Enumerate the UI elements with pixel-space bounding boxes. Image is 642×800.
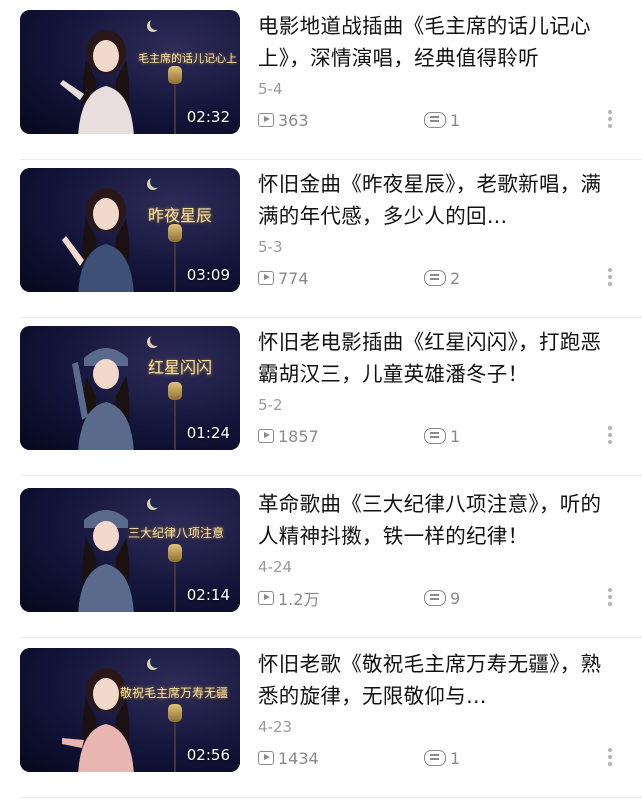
singer-image <box>60 30 134 134</box>
divider <box>20 797 642 798</box>
view-count: 1434 <box>258 746 319 770</box>
more-options-icon[interactable] <box>600 110 620 134</box>
video-item[interactable]: 敬祝毛主席万寿无疆 02:56 怀旧老歌《敬祝毛主席万寿无疆》，熟悉的旋律，无限… <box>0 638 642 798</box>
view-count: 1857 <box>258 424 319 448</box>
video-date: 4-23 <box>258 718 293 736</box>
comment-count[interactable]: 1 <box>424 108 460 132</box>
divider <box>20 475 642 476</box>
microphone-stand <box>174 562 176 612</box>
thumbnail-title-text: 昨夜星辰 <box>148 206 213 225</box>
view-count-value: 1.2万 <box>278 590 320 609</box>
view-count-value: 363 <box>278 110 309 130</box>
play-count-icon <box>258 113 274 127</box>
video-item[interactable]: 毛主席的话儿记心上 02:32 电影地道战插曲《毛主席的话儿记心上》，深情演唱，… <box>0 0 642 160</box>
video-thumbnail[interactable]: 敬祝毛主席万寿无疆 02:56 <box>20 648 240 772</box>
thumbnail-title-text: 敬祝毛主席万寿无疆 <box>120 686 229 700</box>
comment-count[interactable]: 9 <box>424 586 460 610</box>
play-count-icon <box>258 429 274 443</box>
video-thumbnail[interactable]: 红星闪闪 01:24 <box>20 326 240 450</box>
video-item[interactable]: 红星闪闪 01:24 怀旧老电影插曲《红星闪闪》，打跑恶霸胡汉三，儿童英雄潘冬子… <box>0 316 642 476</box>
video-thumbnail[interactable]: 毛主席的话儿记心上 02:32 <box>20 10 240 134</box>
video-title[interactable]: 怀旧老电影插曲《红星闪闪》，打跑恶霸胡汉三，儿童英雄潘冬子！ <box>258 326 622 390</box>
microphone-icon <box>168 224 182 242</box>
more-options-icon[interactable] <box>600 426 620 450</box>
singer-image <box>78 510 134 612</box>
video-duration: 02:32 <box>186 108 230 126</box>
play-count-icon <box>258 271 274 285</box>
video-duration: 02:56 <box>186 746 230 764</box>
comment-count-value: 2 <box>450 268 461 288</box>
microphone-icon <box>168 66 182 84</box>
more-options-icon[interactable] <box>600 748 620 772</box>
video-list: 毛主席的话儿记心上 02:32 电影地道战插曲《毛主席的话儿记心上》，深情演唱，… <box>0 0 642 800</box>
microphone-icon <box>168 544 182 562</box>
video-title[interactable]: 电影地道战插曲《毛主席的话儿记心上》，深情演唱，经典值得聆听 <box>258 10 622 74</box>
video-title[interactable]: 革命歌曲《三大纪律八项注意》，听的人精神抖擞，铁一样的纪律！ <box>258 488 622 552</box>
comment-count-value: 1 <box>450 110 461 130</box>
video-duration: 02:14 <box>186 586 230 604</box>
comment-icon <box>424 590 446 606</box>
comment-count[interactable]: 1 <box>424 746 460 770</box>
thumbnail-title-text: 毛主席的话儿记心上 <box>138 52 237 65</box>
view-count-value: 1857 <box>278 426 319 446</box>
microphone-stand <box>174 722 176 772</box>
video-title[interactable]: 怀旧老歌《敬祝毛主席万寿无疆》，熟悉的旋律，无限敬仰与… <box>258 648 622 712</box>
more-options-icon[interactable] <box>600 268 620 292</box>
comment-count-value: 9 <box>450 588 461 608</box>
view-count: 774 <box>258 266 309 290</box>
video-date: 5-2 <box>258 396 283 414</box>
comment-icon <box>424 112 446 128</box>
comment-icon <box>424 270 446 286</box>
microphone-stand <box>174 84 176 134</box>
microphone-icon <box>168 704 182 722</box>
video-thumbnail[interactable]: 昨夜星辰 03:09 <box>20 168 240 292</box>
comment-count-value: 1 <box>450 426 461 446</box>
video-item[interactable]: 三大纪律八项注意 02:14 革命歌曲《三大纪律八项注意》，听的人精神抖擞，铁一… <box>0 478 642 638</box>
view-count: 1.2万 <box>258 586 319 610</box>
microphone-stand <box>174 242 176 292</box>
video-duration: 01:24 <box>186 424 230 442</box>
video-date: 5-4 <box>258 80 283 98</box>
video-title[interactable]: 怀旧金曲《昨夜星辰》，老歌新唱，满满的年代感，多少人的回… <box>258 168 622 232</box>
video-date: 5-3 <box>258 238 283 256</box>
singer-image <box>62 188 134 292</box>
microphone-stand <box>174 400 176 450</box>
video-date: 4-24 <box>258 558 293 576</box>
comment-count[interactable]: 2 <box>424 266 460 290</box>
thumbnail-title-text: 三大纪律八项注意 <box>128 526 225 540</box>
microphone-icon <box>168 382 182 400</box>
video-thumbnail[interactable]: 三大纪律八项注意 02:14 <box>20 488 240 612</box>
video-item[interactable]: 昨夜星辰 03:09 怀旧金曲《昨夜星辰》，老歌新唱，满满的年代感，多少人的回…… <box>0 158 642 318</box>
view-count: 363 <box>258 108 309 132</box>
singer-image <box>62 668 134 772</box>
comment-icon <box>424 750 446 766</box>
thumbnail-title-text: 红星闪闪 <box>148 358 213 377</box>
video-duration: 03:09 <box>186 266 230 284</box>
comment-count[interactable]: 1 <box>424 424 460 448</box>
view-count-value: 1434 <box>278 748 319 768</box>
comment-count-value: 1 <box>450 748 461 768</box>
play-count-icon <box>258 591 274 605</box>
more-options-icon[interactable] <box>600 588 620 612</box>
play-count-icon <box>258 751 274 765</box>
singer-image <box>72 348 134 450</box>
comment-icon <box>424 428 446 444</box>
view-count-value: 774 <box>278 268 309 288</box>
